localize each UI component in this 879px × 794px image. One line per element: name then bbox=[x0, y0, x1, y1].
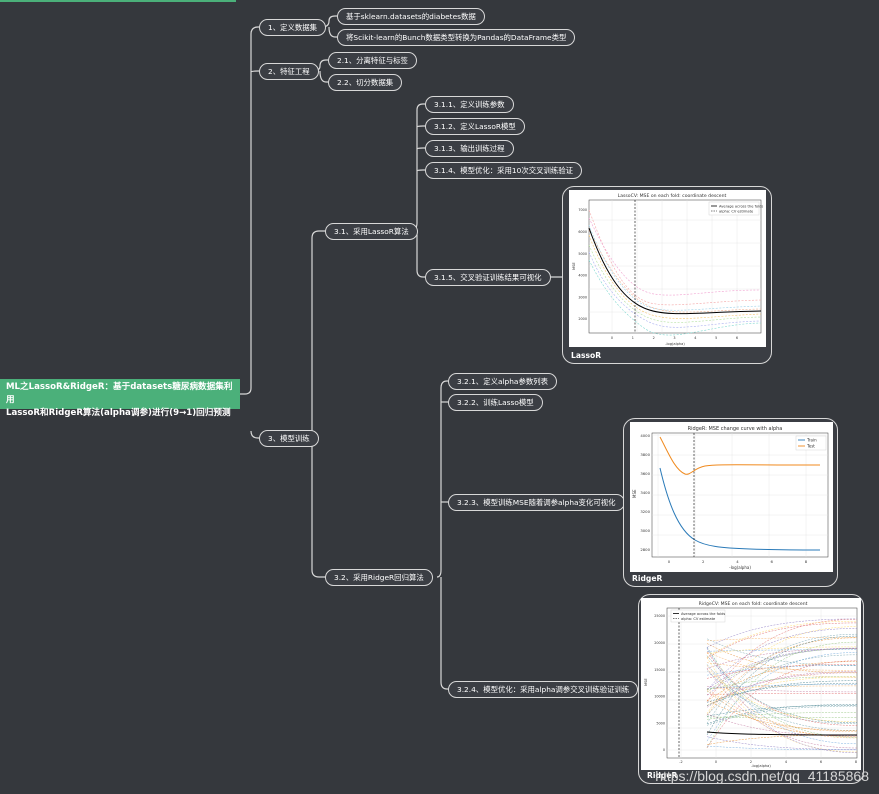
topic-alpha-list[interactable]: 3.2.1、定义alpha参数列表 bbox=[448, 373, 558, 390]
watermark-url: https://blog.csdn.net/qq_41185868 bbox=[655, 768, 869, 784]
ridge2-fold-curve bbox=[706, 682, 858, 703]
ridge2-fold-curve bbox=[706, 665, 858, 739]
topic-lasso-output[interactable]: 3.1.3、输出训练过程 bbox=[425, 140, 514, 157]
ridge2-fold-curve bbox=[706, 734, 858, 745]
root-topic[interactable]: ML之LassoR&RidgeR：基于datasets糖尿病数据集利用 Lass… bbox=[0, 379, 240, 418]
topic-bunch-to-dataframe[interactable]: 将Scikit-learn的Bunch数据类型转换为Pandas的DataFra… bbox=[337, 29, 576, 46]
ridge2-legend-alpha: alpha: CV estimate bbox=[681, 617, 716, 621]
lasso-x-tick-6: 6 bbox=[736, 336, 738, 340]
ridge1-y-tick-1: 3800 bbox=[640, 452, 650, 457]
root-title-line2: LassoR和RidgeR算法(alpha调参)进行(9→1)回归预测 bbox=[6, 408, 231, 418]
ridge2-x-tick-2: 2 bbox=[750, 760, 752, 764]
lasso-plot-title: LassoCV: MSE on each fold: coordinate de… bbox=[618, 193, 727, 199]
ridge2-fold-curve bbox=[706, 688, 858, 732]
ridge1-y-tick-3: 3400 bbox=[640, 490, 650, 495]
lasso-legend-avg: Average across the folds bbox=[719, 205, 763, 209]
ridge2-fold-curve bbox=[706, 637, 858, 642]
topic-train-lasso[interactable]: 3.2.2、训练Lasso模型 bbox=[448, 394, 543, 411]
ridge1-legend-test: Test bbox=[806, 444, 815, 449]
ridge2-fold-curve bbox=[706, 647, 858, 690]
topic-mse-alpha-visual[interactable]: 3.2.3、模型训练MSE随着调参alpha变化可视化 bbox=[448, 494, 625, 511]
image-card-ridger-curve[interactable]: RidgeR: MSE change curve with alpha Trai… bbox=[623, 418, 838, 587]
lasso-x-tick-2: 2 bbox=[653, 336, 655, 340]
ridge1-xlabel: -log(alpha) bbox=[729, 565, 751, 570]
ridge1-x-tick-1: 2 bbox=[702, 559, 705, 564]
ridge1-legend-train: Train bbox=[806, 438, 817, 443]
ridge2-x-tick-4: 6 bbox=[820, 760, 822, 764]
ridge2-fold-curve bbox=[706, 664, 858, 679]
topic-lasso-cv-visual[interactable]: 3.1.5、交叉验证训练结果可视化 bbox=[425, 269, 551, 286]
topic-feature-engineering[interactable]: 2、特征工程 bbox=[259, 63, 319, 80]
ridge1-x-tick-0: 0 bbox=[668, 559, 671, 564]
topic-lasso-params[interactable]: 3.1.1、定义训练参数 bbox=[425, 96, 514, 113]
topic-ridge-cv[interactable]: 3.2.4、模型优化：采用alpha调参交叉训练验证训练 bbox=[448, 681, 639, 698]
lasso-x-tick-1: 1 bbox=[632, 336, 634, 340]
lasso-y-tick-5: 2000 bbox=[578, 317, 587, 321]
ridge1-caption: RidgeR bbox=[632, 574, 663, 583]
image-card-lassor[interactable]: LassoCV: MSE on each fold: coordinate de… bbox=[562, 186, 772, 364]
ridge-mse-plot: RidgeR: MSE change curve with alpha Trai… bbox=[630, 422, 833, 572]
lasso-ylabel: MSE bbox=[572, 262, 576, 270]
topic-lasso-model[interactable]: 3.1.2、定义LassoR模型 bbox=[425, 118, 525, 135]
ridge1-ylabel: MSE bbox=[632, 489, 637, 498]
ridge2-fold-curve bbox=[706, 705, 858, 726]
ridge2-fold-curve bbox=[706, 680, 858, 706]
ridge2-fold-curve bbox=[706, 648, 858, 693]
ridge-cv-plot: RidgeCV: MSE on each fold: coordinate de… bbox=[641, 598, 861, 770]
ridge1-y-tick-5: 3000 bbox=[640, 528, 650, 533]
lasso-y-tick-0: 7000 bbox=[578, 208, 587, 212]
ridge1-y-tick-6: 2800 bbox=[640, 547, 650, 552]
ridge2-fold-curve bbox=[706, 646, 858, 654]
ridge2-fold-curve bbox=[706, 736, 858, 750]
ridge1-y-tick-4: 3200 bbox=[640, 509, 650, 514]
ridge2-y-tick-0: 25000 bbox=[654, 614, 665, 618]
image-card-ridger-cv[interactable]: RidgeCV: MSE on each fold: coordinate de… bbox=[638, 594, 864, 784]
lasso-xlabel: -log(alpha) bbox=[665, 342, 685, 346]
topic-ridger[interactable]: 3.2、采用RidgeR回归算法 bbox=[325, 569, 433, 586]
lasso-cv-plot: LassoCV: MSE on each fold: coordinate de… bbox=[569, 190, 766, 347]
ridge1-x-tick-3: 6 bbox=[771, 559, 774, 564]
ridge1-plot-title: RidgeR: MSE change curve with alpha bbox=[688, 426, 783, 432]
ridge2-ylabel: MSE bbox=[644, 678, 648, 686]
lasso-legend-alpha: alpha: CV estimate bbox=[719, 210, 754, 214]
topic-split-features-labels[interactable]: 2.1、分离特征与标签 bbox=[328, 52, 417, 69]
ridge2-x-tick-5: 8 bbox=[855, 760, 857, 764]
topic-lasso-cv[interactable]: 3.1.4、模型优化：采用10次交叉训练验证 bbox=[425, 162, 583, 179]
ridge2-y-tick-4: 5000 bbox=[656, 721, 665, 725]
topic-split-dataset[interactable]: 2.2、切分数据集 bbox=[328, 74, 403, 91]
ridge1-y-tick-2: 3600 bbox=[640, 471, 650, 476]
lasso-x-tick-0: 0 bbox=[611, 336, 613, 340]
topic-model-training[interactable]: 3、模型训练 bbox=[259, 430, 319, 447]
ridge1-y-tick-0: 4000 bbox=[640, 433, 650, 438]
ridge2-fold-curve bbox=[706, 664, 858, 731]
ridge2-x-tick-1: 0 bbox=[715, 760, 717, 764]
ridge2-fold-curve bbox=[706, 693, 858, 695]
ridge2-legend-avg: Average across the folds bbox=[681, 612, 725, 616]
ridge2-y-tick-1: 20000 bbox=[654, 641, 665, 645]
lasso-x-tick-5: 5 bbox=[715, 336, 717, 340]
ridge2-y-tick-5: 0 bbox=[663, 748, 665, 752]
lasso-caption: LassoR bbox=[571, 351, 602, 360]
ridge2-fold-curve bbox=[706, 628, 858, 690]
lasso-y-tick-1: 6000 bbox=[578, 230, 587, 234]
ridge1-x-tick-2: 4 bbox=[736, 559, 739, 564]
ridge1-x-tick-4: 8 bbox=[805, 559, 808, 564]
ridge2-plot-title: RidgeCV: MSE on each fold: coordinate de… bbox=[699, 601, 808, 607]
lasso-x-tick-4: 4 bbox=[694, 336, 696, 340]
ridge2-fold-curve bbox=[706, 712, 858, 720]
ridge2-x-tick-3: 4 bbox=[785, 760, 787, 764]
topic-diabetes-data[interactable]: 基于sklearn.datasets的diabetes数据 bbox=[337, 8, 485, 25]
ridge2-y-tick-3: 10000 bbox=[654, 695, 665, 699]
ridge2-fold-curve bbox=[706, 665, 858, 676]
topic-define-dataset[interactable]: 1、定义数据集 bbox=[259, 19, 327, 36]
root-title-line1: ML之LassoR&RidgeR：基于datasets糖尿病数据集利用 bbox=[6, 382, 233, 405]
ridge2-fold-curve bbox=[706, 662, 858, 671]
lasso-y-tick-3: 4000 bbox=[578, 274, 587, 278]
ridge2-x-tick-0: -2 bbox=[679, 760, 682, 764]
lasso-x-tick-3: 3 bbox=[673, 336, 675, 340]
topic-lassor[interactable]: 3.1、采用LassoR算法 bbox=[325, 223, 418, 240]
lasso-y-tick-2: 5000 bbox=[578, 252, 587, 256]
ridge2-y-tick-2: 15000 bbox=[654, 668, 665, 672]
lasso-y-tick-4: 3000 bbox=[578, 295, 587, 299]
